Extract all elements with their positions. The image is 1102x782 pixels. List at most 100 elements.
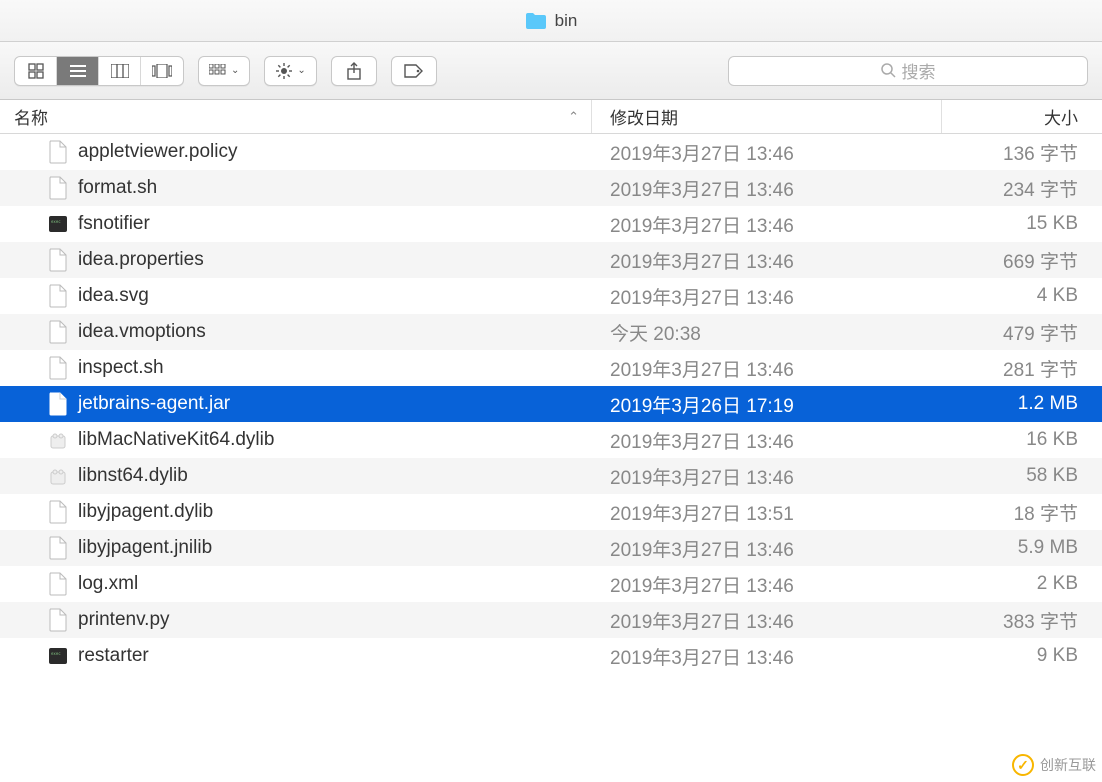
file-size: 281 字节: [942, 355, 1102, 382]
file-name: inspect.sh: [78, 357, 164, 379]
file-list: appletviewer.policy2019年3月27日 13:46136 字…: [0, 134, 1102, 674]
file-name: printenv.py: [78, 609, 170, 631]
column-header-date[interactable]: 修改日期: [592, 100, 942, 133]
file-icon: [48, 608, 68, 632]
file-name-cell: libyjpagent.dylib: [0, 500, 592, 524]
tags-button[interactable]: [391, 56, 437, 86]
file-size: 136 字节: [942, 139, 1102, 166]
sort-ascending-icon: ⌃: [568, 109, 579, 125]
file-size: 15 KB: [942, 213, 1102, 235]
file-date: 2019年3月27日 13:46: [592, 283, 942, 310]
svg-text:exec: exec: [51, 651, 61, 656]
file-row[interactable]: appletviewer.policy2019年3月27日 13:46136 字…: [0, 134, 1102, 170]
view-icon-button[interactable]: [15, 57, 57, 85]
file-date: 2019年3月27日 13:51: [592, 499, 942, 526]
file-icon: [48, 500, 68, 524]
search-placeholder: 搜索: [902, 58, 936, 83]
folder-icon: [525, 12, 547, 30]
lego-icon: [48, 428, 68, 452]
lego-icon: [48, 464, 68, 488]
svg-text:exec: exec: [51, 219, 61, 224]
file-date: 2019年3月27日 13:46: [592, 643, 942, 670]
file-row[interactable]: libyjpagent.jnilib2019年3月27日 13:465.9 MB: [0, 530, 1102, 566]
chevron-down-icon: ⌄: [231, 65, 239, 76]
file-row[interactable]: exec fsnotifier 2019年3月27日 13:4615 KB: [0, 206, 1102, 242]
file-name: libyjpagent.dylib: [78, 501, 213, 523]
file-name: idea.svg: [78, 285, 149, 307]
column-name-label: 名称: [14, 104, 48, 129]
titlebar: bin: [0, 0, 1102, 42]
file-row[interactable]: format.sh2019年3月27日 13:46234 字节: [0, 170, 1102, 206]
file-icon: [48, 140, 68, 164]
search-input[interactable]: 搜索: [728, 56, 1088, 86]
file-name-cell: exec restarter: [0, 644, 592, 668]
view-column-button[interactable]: [99, 57, 141, 85]
file-name: idea.properties: [78, 249, 204, 271]
column-header-row: 名称 ⌃ 修改日期 大小: [0, 100, 1102, 134]
view-gallery-button[interactable]: [141, 57, 183, 85]
file-name-cell: idea.properties: [0, 248, 592, 272]
file-name-cell: format.sh: [0, 176, 592, 200]
file-row[interactable]: libyjpagent.dylib 2019年3月27日 13:5118 字节: [0, 494, 1102, 530]
file-row[interactable]: idea.properties 2019年3月27日 13:46669 字节: [0, 242, 1102, 278]
file-date: 2019年3月27日 13:46: [592, 247, 942, 274]
file-row[interactable]: exec restarter2019年3月27日 13:469 KB: [0, 638, 1102, 674]
file-icon: [48, 572, 68, 596]
file-icon: [48, 392, 68, 416]
file-icon: [48, 248, 68, 272]
view-mode-group: [14, 56, 184, 86]
file-size: 383 字节: [942, 607, 1102, 634]
share-button[interactable]: [331, 56, 377, 86]
column-header-name[interactable]: 名称 ⌃: [0, 100, 592, 133]
file-name-cell: printenv.py: [0, 608, 592, 632]
file-row[interactable]: printenv.py 2019年3月27日 13:46383 字节: [0, 602, 1102, 638]
file-size: 5.9 MB: [942, 537, 1102, 559]
file-size: 16 KB: [942, 429, 1102, 451]
file-row[interactable]: jetbrains-agent.jar2019年3月26日 17:191.2 M…: [0, 386, 1102, 422]
file-name-cell: jetbrains-agent.jar: [0, 392, 592, 416]
file-row[interactable]: libMacNativeKit64.dylib 2019年3月27日 13:461…: [0, 422, 1102, 458]
file-row[interactable]: libnst64.dylib2019年3月27日 13:4658 KB: [0, 458, 1102, 494]
file-name: libMacNativeKit64.dylib: [78, 429, 274, 451]
file-size: 234 字节: [942, 175, 1102, 202]
column-header-size[interactable]: 大小: [942, 100, 1102, 133]
file-date: 今天 20:38: [592, 319, 942, 346]
file-date: 2019年3月27日 13:46: [592, 175, 942, 202]
search-icon: [881, 63, 896, 78]
file-icon: [48, 176, 68, 200]
file-date: 2019年3月27日 13:46: [592, 355, 942, 382]
file-name-cell: idea.vmoptions: [0, 320, 592, 344]
file-name-cell: idea.svg: [0, 284, 592, 308]
file-date: 2019年3月27日 13:46: [592, 211, 942, 238]
file-name: jetbrains-agent.jar: [78, 393, 230, 415]
file-row[interactable]: idea.vmoptions今天 20:38479 字节: [0, 314, 1102, 350]
column-date-label: 修改日期: [610, 104, 678, 129]
file-date: 2019年3月27日 13:46: [592, 139, 942, 166]
file-size: 669 字节: [942, 247, 1102, 274]
column-size-label: 大小: [1044, 104, 1078, 129]
file-row[interactable]: log.xml2019年3月27日 13:462 KB: [0, 566, 1102, 602]
toolbar: ⌄ ⌄ 搜索: [0, 42, 1102, 100]
file-name-cell: libyjpagent.jnilib: [0, 536, 592, 560]
file-icon: [48, 356, 68, 380]
file-name: fsnotifier: [78, 213, 150, 235]
chevron-down-icon: ⌄: [297, 65, 305, 76]
file-icon: [48, 284, 68, 308]
file-name: libyjpagent.jnilib: [78, 537, 212, 559]
file-date: 2019年3月27日 13:46: [592, 607, 942, 634]
file-icon: [48, 536, 68, 560]
watermark: ✓ 创新互联: [1012, 754, 1096, 776]
file-name-cell: appletviewer.policy: [0, 140, 592, 164]
file-row[interactable]: idea.svg2019年3月27日 13:464 KB: [0, 278, 1102, 314]
window-title: bin: [555, 11, 578, 31]
arrange-button[interactable]: ⌄: [198, 56, 250, 86]
file-name: libnst64.dylib: [78, 465, 188, 487]
file-row[interactable]: inspect.sh 2019年3月27日 13:46281 字节: [0, 350, 1102, 386]
file-date: 2019年3月27日 13:46: [592, 427, 942, 454]
file-date: 2019年3月27日 13:46: [592, 463, 942, 490]
view-list-button[interactable]: [57, 57, 99, 85]
action-menu-button[interactable]: ⌄: [264, 56, 316, 86]
file-size: 18 字节: [942, 499, 1102, 526]
file-size: 479 字节: [942, 319, 1102, 346]
file-date: 2019年3月26日 17:19: [592, 391, 942, 418]
